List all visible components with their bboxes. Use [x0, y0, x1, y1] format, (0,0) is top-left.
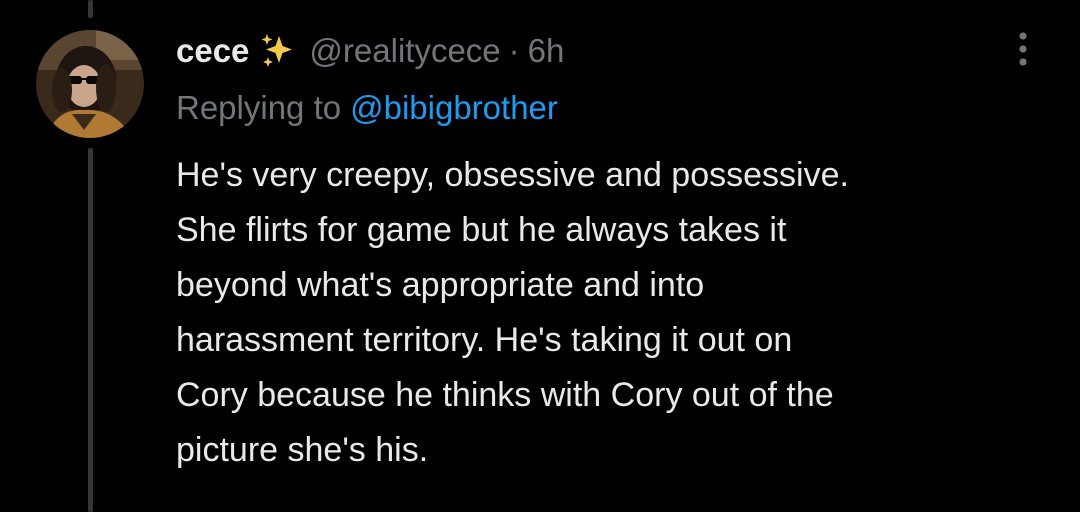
thread-line-bottom: [88, 148, 93, 512]
display-name[interactable]: cece: [176, 32, 249, 70]
tweet-text-line: Cory because he thinks with Cory out of …: [176, 376, 834, 414]
tweet-text-line: harassment territory. He's taking it out…: [176, 321, 793, 359]
tweet-text-line: beyond what's appropriate and into: [176, 266, 705, 304]
tweet-text-line: She flirts for game but he always takes …: [176, 211, 787, 249]
replying-to-label: Replying to: [176, 89, 342, 126]
replying-to: Replying to @bibigbrother: [176, 84, 558, 132]
tweet-text-line: picture she's his.: [176, 431, 429, 469]
separator-dot: ·: [508, 32, 520, 69]
reply-mention-link[interactable]: @bibigbrother: [350, 89, 558, 127]
more-options-button[interactable]: [1005, 26, 1041, 72]
author-handle[interactable]: @realitycece: [309, 32, 500, 70]
profile-photo-icon: [36, 30, 144, 138]
avatar[interactable]: [36, 30, 144, 138]
tweet-text-line: He's very creepy, obsessive and possessi…: [176, 156, 849, 194]
more-vertical-icon: [1019, 32, 1027, 66]
sparkles-icon: [259, 32, 297, 70]
timestamp[interactable]: 6h: [528, 32, 565, 70]
tweet-text: He's very creepy, obsessive and possessi…: [176, 148, 1056, 478]
tweet-header: cece @realitycece · 6h: [176, 26, 564, 76]
thread-line-top: [88, 0, 93, 18]
